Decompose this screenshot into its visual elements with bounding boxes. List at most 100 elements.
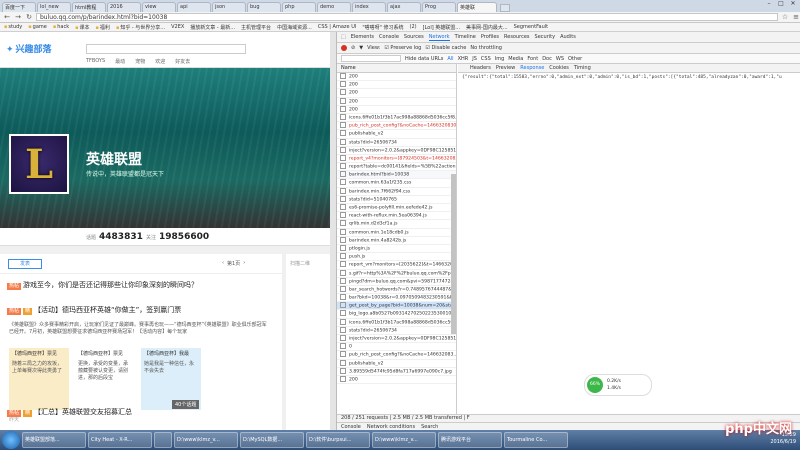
detail-tab[interactable]: Preview bbox=[496, 65, 515, 71]
detail-tab[interactable]: Headers bbox=[470, 65, 491, 71]
browser-tab[interactable]: demo bbox=[317, 2, 351, 12]
browser-tab[interactable]: html教程 bbox=[72, 2, 106, 12]
browser-tab[interactable]: 英雄联 bbox=[457, 2, 497, 12]
bookmark-item[interactable]: 福利 bbox=[96, 24, 110, 31]
taskbar-item[interactable] bbox=[154, 432, 172, 448]
request-list-scrollbar[interactable] bbox=[451, 174, 456, 334]
request-row[interactable]: big_logo.a8b0527b09314270250223530010463… bbox=[337, 310, 456, 319]
throttling-select[interactable]: No throttling bbox=[470, 45, 502, 51]
bookmark-item[interactable]: 主机管理平台 bbox=[241, 24, 271, 31]
request-row[interactable]: icons.6ffe01b1f3b17ac998a88868d5036cc5f8… bbox=[337, 319, 456, 327]
browser-tab[interactable]: Prog bbox=[422, 2, 456, 12]
request-row[interactable]: 200 bbox=[337, 89, 456, 98]
devtools-tab[interactable]: Security bbox=[535, 34, 556, 40]
post-title[interactable]: 热帖 游戏至今，你们是否还记得那些让你印象深刻的瞬间吗？ bbox=[7, 280, 198, 290]
request-row[interactable]: push.js bbox=[337, 253, 456, 262]
reload-icon[interactable]: ↻ bbox=[25, 13, 33, 21]
browser-tab[interactable]: bug bbox=[247, 2, 281, 12]
request-row[interactable]: publishable_v2 bbox=[337, 360, 456, 368]
request-row[interactable]: barindex.min.4a8242b.js bbox=[337, 237, 456, 245]
devtools-tab[interactable]: Timeline bbox=[455, 34, 476, 40]
request-row[interactable]: 200 bbox=[337, 376, 456, 385]
clear-icon[interactable]: ⊘ bbox=[351, 45, 355, 51]
taskbar-item[interactable]: D:\软件\burpsui... bbox=[306, 432, 370, 448]
taskbar-item[interactable]: 英雄联盟部落... bbox=[22, 432, 86, 448]
request-row[interactable]: stats?did=51040765 bbox=[337, 196, 456, 204]
bookmark-item[interactable]: hack bbox=[53, 24, 69, 30]
site-nav-item[interactable]: TFBOYS bbox=[86, 58, 105, 65]
request-row[interactable]: barindex.html?bid=10038 bbox=[337, 171, 456, 180]
network-speed-widget[interactable]: 66% 0.2K/s 1.4K/s bbox=[584, 374, 652, 396]
browser-tab[interactable]: 百度一下 bbox=[2, 2, 36, 12]
search-input[interactable] bbox=[86, 44, 246, 54]
filter-type[interactable]: JS bbox=[472, 56, 477, 62]
taskbar-item[interactable]: D:\www\klmz_v... bbox=[372, 432, 436, 448]
devtools-tab[interactable]: Elements bbox=[351, 34, 374, 40]
browser-tab[interactable]: lol_new bbox=[37, 2, 71, 12]
detail-tab[interactable]: Response bbox=[520, 65, 544, 71]
maximize-button[interactable]: □ bbox=[776, 0, 786, 8]
detail-tab[interactable]: Cookies bbox=[549, 65, 569, 71]
filter-type[interactable]: Font bbox=[527, 56, 538, 62]
filter-input[interactable] bbox=[341, 55, 401, 62]
browser-tab[interactable]: 2016 bbox=[107, 2, 141, 12]
star-icon[interactable]: ☆ bbox=[781, 13, 789, 21]
taskbar-item[interactable]: 腾讯游戏平台 bbox=[438, 432, 502, 448]
browser-tab[interactable]: json bbox=[212, 2, 246, 12]
taskbar-item[interactable]: D:\www\klmz_v... bbox=[174, 432, 238, 448]
request-row[interactable]: 200 bbox=[337, 106, 456, 114]
site-logo[interactable]: 兴趣部落 bbox=[6, 42, 52, 55]
request-row[interactable]: 200 bbox=[337, 81, 456, 90]
filter-type[interactable]: Doc bbox=[542, 56, 552, 62]
site-nav-item[interactable]: 好友去 bbox=[175, 58, 190, 65]
filter-type[interactable]: Other bbox=[568, 56, 582, 62]
browser-tab[interactable]: ajax bbox=[387, 2, 421, 12]
devtools-tab[interactable]: Sources bbox=[404, 34, 424, 40]
site-nav-item[interactable]: 宠物 bbox=[135, 58, 145, 65]
request-row[interactable]: es6-promise-polyfill.min.eefede42.js bbox=[337, 204, 456, 213]
request-row[interactable]: bar_search_hotwords?r=0.7489576744487&b.… bbox=[337, 286, 456, 295]
request-row[interactable]: publishable_v2 bbox=[337, 130, 456, 139]
taskbar-item[interactable]: Tourmaline Co... bbox=[504, 432, 568, 448]
bookmark-item[interactable]: 知乎 - 与世界分享... bbox=[116, 24, 165, 31]
browser-tab[interactable]: php bbox=[282, 2, 316, 12]
bookmark-item[interactable]: 课本 bbox=[75, 24, 90, 31]
preserve-log-checkbox[interactable]: ☑ Preserve log bbox=[384, 45, 421, 51]
bookmark-item[interactable]: V2EX bbox=[171, 24, 184, 30]
bookmark-item[interactable]: CSS | Amaze UI bbox=[318, 24, 356, 30]
name-column-header[interactable]: Name bbox=[337, 64, 456, 73]
post-title[interactable]: 热帖精【汇总】英雄联盟交友招募汇总 bbox=[7, 407, 132, 417]
post-button[interactable]: 发表 bbox=[8, 259, 42, 269]
bookmark-item[interactable]: SegmentFault bbox=[514, 24, 549, 30]
drawer-tab[interactable]: Console bbox=[341, 424, 361, 430]
request-row[interactable]: report_v4?monitors=[87924503&t=146632083… bbox=[337, 155, 456, 164]
devtools-tab[interactable]: Profiles bbox=[481, 34, 499, 40]
next-page-icon[interactable]: › bbox=[243, 260, 245, 267]
filter-type[interactable]: Img bbox=[495, 56, 505, 62]
request-row[interactable]: 0 bbox=[337, 343, 456, 352]
request-row[interactable]: react-with-reflux.min.5ea06394.js bbox=[337, 212, 456, 221]
filter-type[interactable]: XHR bbox=[458, 56, 469, 62]
inspect-icon[interactable]: ⬚ bbox=[341, 34, 346, 40]
bookmark-item[interactable]: 播放新文章 - 最新... bbox=[190, 24, 235, 31]
menu-icon[interactable]: ≡ bbox=[792, 13, 800, 21]
request-row[interactable]: stats?did=26506734 bbox=[337, 327, 456, 335]
back-arrow-icon[interactable]: ← bbox=[3, 13, 11, 21]
request-row[interactable]: pub_rich_post_config?&noCache=1466320830… bbox=[337, 122, 456, 131]
forward-arrow-icon[interactable]: → bbox=[14, 13, 22, 21]
request-row[interactable]: inject?version=2.0.2&appkey=0DF98C125851… bbox=[337, 147, 456, 155]
close-button[interactable]: ✕ bbox=[788, 0, 798, 8]
detail-tab[interactable]: Timing bbox=[574, 65, 591, 71]
page-select[interactable]: 第1页 bbox=[227, 260, 240, 267]
browser-tab[interactable]: view bbox=[142, 2, 176, 12]
filter-icon[interactable]: ▼ bbox=[359, 45, 363, 51]
request-row[interactable]: stats?did=26506734 bbox=[337, 139, 456, 147]
disable-cache-checkbox[interactable]: ☑ Disable cache bbox=[425, 45, 466, 51]
filter-type[interactable]: CSS bbox=[481, 56, 491, 62]
filter-type[interactable]: Hide data URLs bbox=[405, 56, 443, 62]
devtools-tab[interactable]: Resources bbox=[504, 34, 530, 40]
request-row[interactable]: 200 bbox=[337, 73, 456, 82]
topic-count-badge[interactable]: 40个话题 bbox=[172, 400, 200, 409]
taskbar-item[interactable]: D:\MySQL数据... bbox=[240, 432, 304, 448]
request-row[interactable]: barindex.min.7f662f94.css bbox=[337, 188, 456, 196]
